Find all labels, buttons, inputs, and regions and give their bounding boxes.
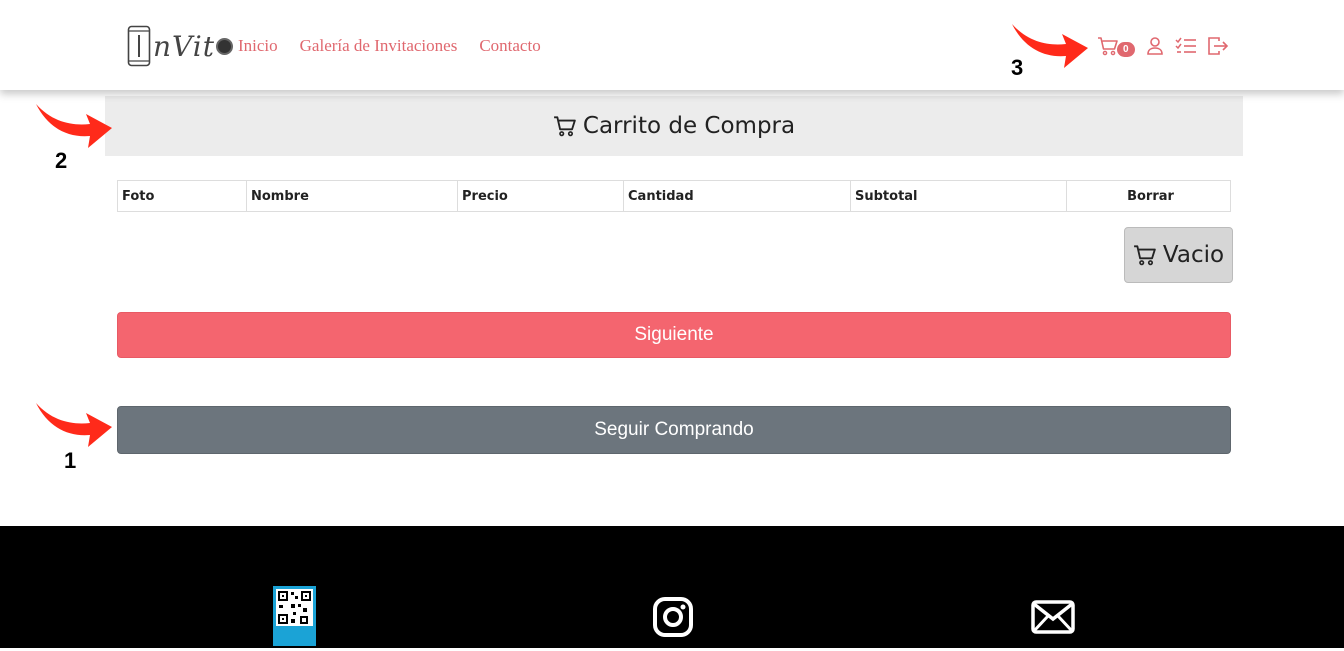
column-header-cantidad: Cantidad [623,180,851,212]
column-header-precio: Precio [457,180,624,212]
nav-links: Inicio Galería de Invitaciones Contacto [238,36,541,56]
column-header-nombre: Nombre [246,180,458,212]
nav-link-galeria[interactable]: Galería de Invitaciones [300,36,458,56]
cart-table: Foto Nombre Precio Cantidad Subtotal Bor… [117,180,1231,212]
phone-icon [127,25,151,67]
arrow-annotation-1 [36,403,112,447]
cart-count-badge: 0 [1117,42,1135,57]
column-header-subtotal: Subtotal [850,180,1067,212]
arrow-annotation-2 [36,104,112,148]
logo-text: nVit [153,29,215,63]
cart-header: Carrito de Compra [105,96,1243,156]
logout-icon [1207,36,1228,55]
nav-link-inicio[interactable]: Inicio [238,36,278,56]
continue-shopping-button[interactable]: Seguir Comprando [117,406,1231,454]
nav-link-contacto[interactable]: Contacto [479,36,540,56]
user-icon [1146,36,1163,55]
mail-icon[interactable] [1031,600,1075,634]
nav-icons: 0 [1097,34,1229,57]
next-button[interactable]: Siguiente [117,312,1231,358]
page-title: Carrito de Compra [582,113,796,139]
qr-code-icon[interactable] [273,586,316,646]
footer [0,526,1344,648]
logout-link[interactable] [1207,36,1229,56]
empty-cart-label: Vacio [1162,242,1225,268]
annotation-number-3: 3 [1011,55,1024,80]
navbar: nVit Inicio Galería de Invitaciones Cont… [0,0,1344,90]
logo[interactable]: nVit [127,25,233,67]
cart-icon [553,116,576,137]
cart-icon [1134,245,1156,266]
orders-link[interactable] [1175,36,1197,56]
user-link[interactable] [1145,36,1165,56]
cart-icon [1098,36,1118,55]
empty-cart-button[interactable]: Vacio [1124,227,1233,283]
qr-code-graphic [276,589,313,626]
annotation-number-1: 1 [64,448,77,473]
checklist-icon [1175,37,1196,53]
annotation-number-2: 2 [55,148,68,173]
table-header-row: Foto Nombre Precio Cantidad Subtotal Bor… [117,180,1231,212]
column-header-borrar: Borrar [1066,180,1231,212]
logo-dot [215,37,233,55]
cart-link[interactable]: 0 [1097,34,1135,57]
instagram-icon[interactable] [652,596,694,638]
column-header-foto: Foto [117,180,247,212]
